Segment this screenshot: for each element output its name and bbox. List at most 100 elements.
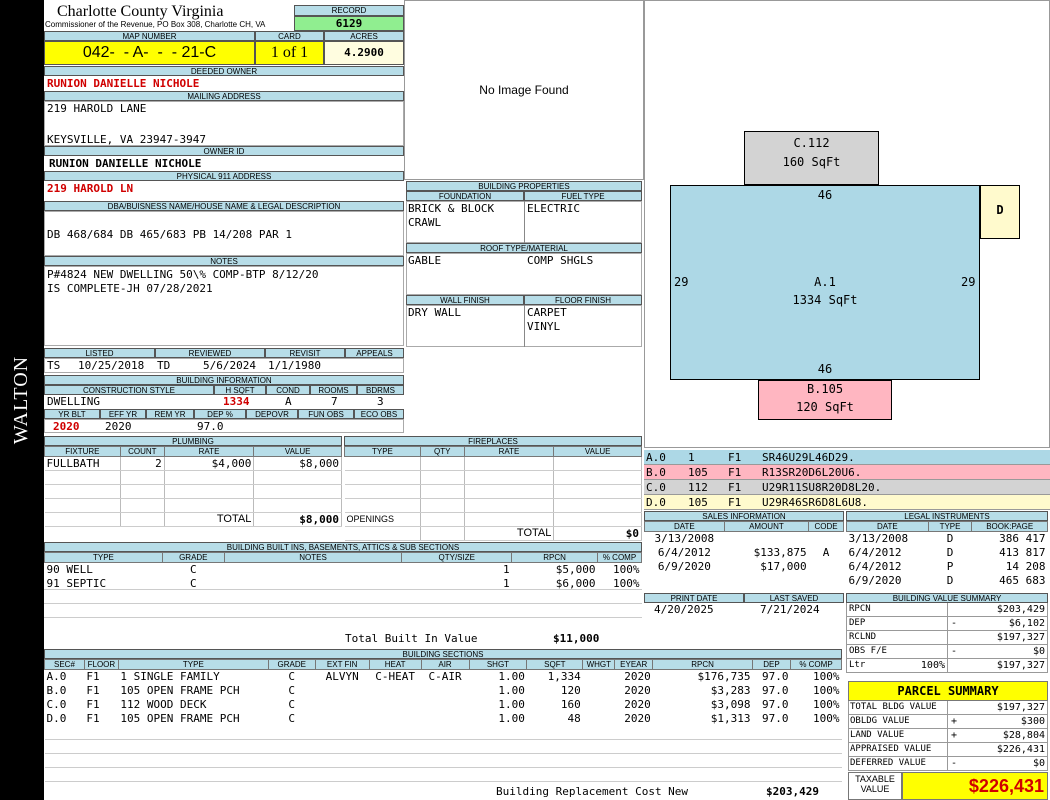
builtins-total-label: Total Built In Value xyxy=(345,632,478,645)
section-cell: 100% xyxy=(813,712,840,725)
parcel-row: APPRAISED VALUE $226,431 xyxy=(848,743,1048,757)
depovr-label: DEPOVR xyxy=(246,409,298,419)
parcel-summary-title: PARCEL SUMMARY xyxy=(848,681,1048,701)
parcel-row: LAND VALUE + $28,804 xyxy=(848,729,1048,743)
section-header: DEP xyxy=(752,659,791,670)
bvs-value: $197,327 xyxy=(996,660,1045,671)
legal-bookpage: 413 817 xyxy=(999,546,1046,559)
parcel-label: OBLDG VALUE xyxy=(850,716,910,726)
cond-value: A xyxy=(285,395,292,408)
roof-type: GABLE xyxy=(408,254,442,267)
bvs-row: DEP - $6,102 xyxy=(846,617,1048,631)
parcel-label: DEFERRED VALUE xyxy=(850,758,926,768)
table-row: 6/9/2020 $17,000 xyxy=(645,560,844,574)
floor-finish-2: VINYL xyxy=(527,320,561,333)
bvs-divider xyxy=(947,659,948,672)
sketch-a-bottom: 46 xyxy=(817,362,833,376)
plumbing-header-fixture: FIXTURE xyxy=(44,446,121,457)
bvs-row: RCLND $197,327 xyxy=(846,631,1048,645)
section-header: EXT FIN xyxy=(314,659,370,670)
table-row: 3/13/2008 xyxy=(645,532,844,546)
record-label: RECORD xyxy=(294,5,404,16)
legal-date: 3/13/2008 xyxy=(848,532,909,546)
sale-code: A xyxy=(822,546,830,559)
plumbing-total: $8,000 xyxy=(253,512,342,527)
listed-by: TS xyxy=(47,359,61,372)
vector-row: D.0 105 F1 U29R46SR6D8L6U8. xyxy=(644,495,1050,510)
parcel-divider xyxy=(947,701,948,714)
parcel-label: LAND VALUE xyxy=(850,730,905,740)
section-cell: 2020 xyxy=(624,698,651,711)
section-cell xyxy=(315,712,369,726)
bvs-value: $203,429 xyxy=(996,604,1045,615)
plumbing-title: PLUMBING xyxy=(44,436,342,446)
section-cell xyxy=(369,698,421,712)
builtins-total: $11,000 xyxy=(553,632,600,645)
vector-row: B.0 105 F1 R13SR20D6L20U6. xyxy=(644,465,1050,480)
sale-code xyxy=(809,560,844,574)
section-cell: 100% xyxy=(813,698,840,711)
section-cell: 1,334 xyxy=(547,670,581,684)
revisit-label: REVISIT xyxy=(265,348,345,358)
last-saved-label: LAST SAVED xyxy=(744,593,844,603)
effyr-value: 2020 xyxy=(105,420,132,433)
empty-row xyxy=(44,768,842,782)
sections-table: SEC# FLOOR TYPE GRADE EXT FIN HEAT AIR SHGT SQFT… xyxy=(44,659,843,782)
section-cell: 1.00 xyxy=(498,712,525,725)
no-image-text: No Image Found xyxy=(479,83,569,97)
wall-finish-label: WALL FINISH xyxy=(406,295,524,305)
roof-box xyxy=(406,253,642,295)
section-header: EYEAR xyxy=(614,659,654,670)
bvs-label: RPCN xyxy=(849,604,871,614)
fireplace-header-type: TYPE xyxy=(344,446,421,457)
floor-finish-1: CARPET xyxy=(527,306,567,319)
table-row: C.0 F1 112 WOOD DECK C 1.00 160 2020 $3,098 97.0… xyxy=(45,698,842,712)
fireplace-header-rate: RATE xyxy=(463,446,555,457)
section-cell xyxy=(315,698,369,712)
legal-type: D xyxy=(946,532,954,546)
floor-finish-label: FLOOR FINISH xyxy=(524,295,642,305)
section-cell: $176,735 xyxy=(697,670,751,684)
side-label: WALTON xyxy=(10,355,32,445)
section-cell: 105 OPEN FRAME PCH xyxy=(120,684,240,697)
fuel-type-label: FUEL TYPE xyxy=(524,191,642,201)
bvs-divider xyxy=(947,645,948,658)
fireplaces-table: TYPE QTY RATE VALUE OPENINGS TOTAL $0 xyxy=(344,446,642,541)
reviewed-date: 5/6/2024 xyxy=(203,359,256,372)
bvs-divider xyxy=(947,603,948,616)
bdrms-label: BDRMS xyxy=(357,385,404,395)
section-cell: F1 xyxy=(86,684,100,697)
effyr-label: EFF YR xyxy=(100,409,146,419)
map-number: 042- - A- - - 21-C xyxy=(44,41,255,65)
builtins-header-comp: % COMP xyxy=(597,552,642,563)
table-row: A.0 F1 1 SINGLE FAMILY C ALVYN C-HEAT C-AIR 1.0… xyxy=(45,670,842,684)
section-cell: C xyxy=(288,684,296,697)
card-label: CARD xyxy=(255,31,324,41)
taxable-label-1: TAXABLE xyxy=(855,774,895,784)
bvs-value: $0 xyxy=(1032,646,1045,657)
plumbing-rate: $4,000 xyxy=(164,456,255,471)
record-number: 6129 xyxy=(294,16,404,31)
table-row: 6/4/2012 D 413 817 xyxy=(847,546,1048,560)
sale-date: 3/13/2008 xyxy=(654,532,715,546)
vector-num: 112 xyxy=(688,481,708,494)
vector-sec: B.0 xyxy=(646,466,666,479)
bvs-label: RCLND xyxy=(849,632,877,642)
mailing-line-2: KEYSVILLE, VA 23947-3947 xyxy=(47,133,206,146)
empty-row xyxy=(44,754,842,768)
sections-total: $203,429 xyxy=(766,785,819,798)
parcel-row: DEFERRED VALUE - $0 xyxy=(848,757,1048,771)
section-cell xyxy=(583,684,615,698)
table-row: 6/4/2012 P 14 208 xyxy=(847,560,1048,574)
sales-header-code: CODE xyxy=(808,521,844,532)
mailing-line-1: 219 HAROLD LANE xyxy=(47,102,147,115)
deeded-owner-label: DEEDED OWNER xyxy=(44,66,404,76)
bvs-pct: 100% xyxy=(920,660,945,671)
parcel-value: $300 xyxy=(1020,716,1045,727)
sketch-a-top: 46 xyxy=(817,188,833,202)
parcel-divider xyxy=(947,757,948,770)
parcel-divider xyxy=(947,743,948,756)
section-header: SQFT xyxy=(526,659,584,670)
sections-title: BUILDING SECTIONS xyxy=(44,649,842,659)
sales-table: DATE AMOUNT CODE 3/13/2008 6/4/2012 $133,87… xyxy=(644,521,844,574)
